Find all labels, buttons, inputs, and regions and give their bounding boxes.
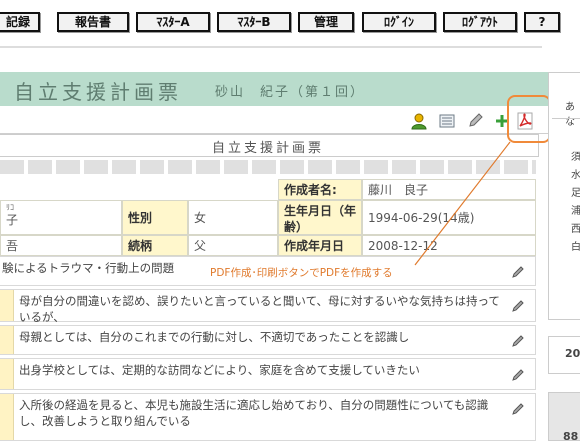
subject-name: 砂山 紀子（第１回） xyxy=(215,85,366,100)
edit-icon[interactable] xyxy=(511,299,525,313)
person-icon[interactable] xyxy=(410,112,428,130)
list-item[interactable]: 母親としては、自分のこれまでの行動に対し、不適切であったことを認識し xyxy=(0,325,536,355)
nav-logout-button[interactable]: ﾛｸﾞｱｳﾄ xyxy=(443,12,517,32)
sidebar-top-text: あな xyxy=(565,102,575,128)
edit-icon[interactable] xyxy=(466,112,484,130)
row-marker xyxy=(0,326,14,354)
sidebar-line: 白 xyxy=(571,242,580,253)
edit-icon[interactable] xyxy=(511,368,525,382)
nav-admin-button[interactable]: 管理 xyxy=(298,12,354,32)
gender-label: 性別 xyxy=(122,200,188,235)
nav-help-button[interactable]: ? xyxy=(524,12,560,32)
callout-arrow xyxy=(414,141,511,266)
name-furigana: ﾘｺ xyxy=(6,203,14,212)
relation-label: 続柄 xyxy=(122,235,188,256)
nav-report-button[interactable]: 報告書 xyxy=(57,12,129,32)
sidebar-divider xyxy=(552,118,580,119)
row-text: 母親としては、自分のこれまでの行動に対し、不適切であったことを認識し xyxy=(19,330,410,344)
sidebar-line: 水 xyxy=(571,170,580,181)
list-item[interactable]: 出身学校としては、定期的な訪問などにより、家庭を含めて支援していきたい xyxy=(0,358,536,390)
pdf-button-highlight xyxy=(507,95,551,143)
page-title: 自立支援計画票 xyxy=(14,80,182,104)
sidebar-line: 足 xyxy=(571,188,580,199)
top-navigation: 記録 報告書 ﾏｽﾀｰA ﾏｽﾀｰB 管理 ﾛｸﾞｲﾝ ﾛｸﾞｱｳﾄ ? xyxy=(0,0,580,40)
divider xyxy=(0,46,542,48)
sidebar-line: 西 xyxy=(571,224,580,235)
name-cell: ﾘｺ 子 xyxy=(0,200,122,235)
list-icon[interactable] xyxy=(438,112,456,130)
list-item[interactable]: 入所後の経過を見ると、本児も施設生活に適応し始めており、自分の問題性についても認… xyxy=(0,393,536,441)
gender-value: 女 xyxy=(188,200,278,235)
row-marker xyxy=(0,359,14,389)
row-text: 出身学校としては、定期的な訪問などにより、家庭を含めて支援していきたい xyxy=(19,363,420,377)
sidebar-date-text: 20 xyxy=(565,347,580,360)
row-marker xyxy=(0,290,14,321)
nav-master-b-button[interactable]: ﾏｽﾀｰB xyxy=(217,12,291,32)
relation-value: 父 xyxy=(188,235,278,256)
row-text: 母が自分の間違いを認め、誤りたいと言っていると聞いて、母に対するいやな気持ちは持… xyxy=(19,294,500,324)
author-label: 作成者名: xyxy=(278,179,362,200)
sidebar-line: 浦 xyxy=(571,206,580,217)
name-value: 子 xyxy=(6,213,19,227)
row-text: 入所後の経過を見ると、本児も施設生活に適応し始めており、自分の問題性についても認… xyxy=(19,398,489,428)
nav-master-a-button[interactable]: ﾏｽﾀｰA xyxy=(136,12,210,32)
edit-icon[interactable] xyxy=(511,402,525,416)
birth-label: 生年月日（年齢） xyxy=(278,200,362,235)
reading-value: 吾 xyxy=(0,235,122,256)
created-label: 作成年月日 xyxy=(278,235,362,256)
row-marker xyxy=(0,394,14,440)
sidebar-line: 須 xyxy=(571,152,580,163)
nav-login-button[interactable]: ﾛｸﾞｲﾝ xyxy=(362,12,436,32)
sidebar-bottom-text: 88 xyxy=(563,430,579,443)
list-item[interactable]: 母が自分の間違いを認め、誤りたいと言っていると聞いて、母に対するいやな気持ちは持… xyxy=(0,289,536,324)
edit-icon[interactable] xyxy=(511,334,525,348)
nav-record-button[interactable]: 記録 xyxy=(0,12,40,32)
annotation-text: PDF作成･印刷ボタンでPDFを作成する xyxy=(210,267,393,279)
